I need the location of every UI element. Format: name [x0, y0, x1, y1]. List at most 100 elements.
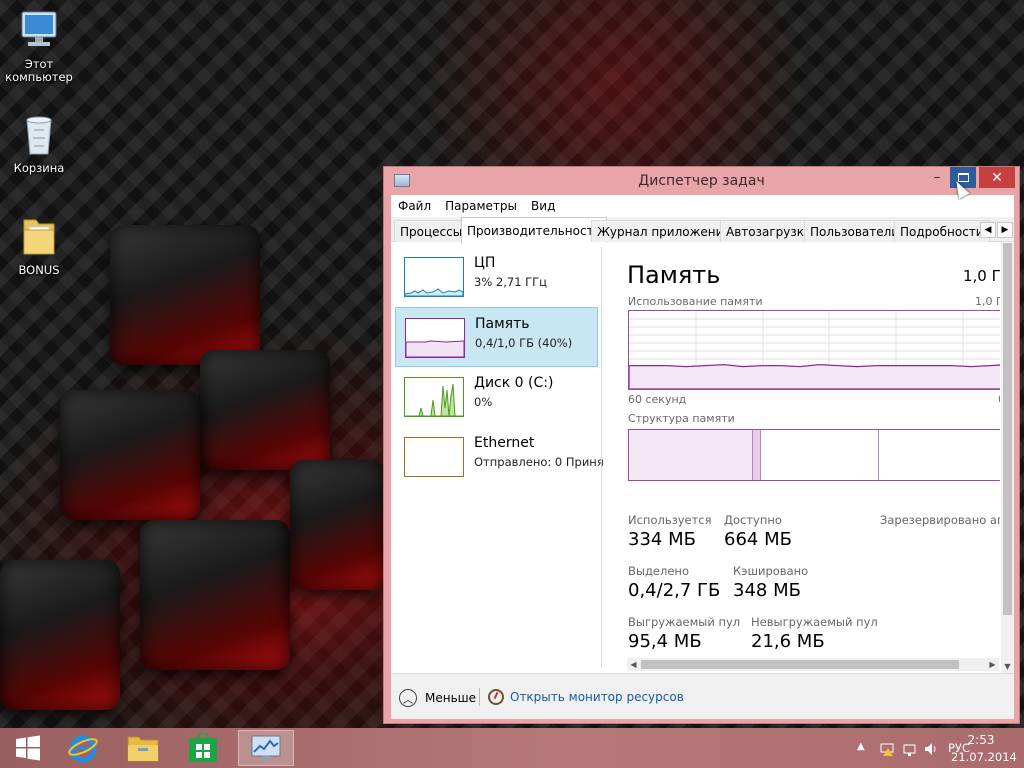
- stat-in-use-label: Используется: [628, 513, 712, 527]
- tab-processes[interactable]: Процессы: [394, 220, 469, 242]
- window-client-area: Файл Параметры Вид Процессы Производител…: [391, 195, 1014, 719]
- tab-startup[interactable]: Автозагрузка: [720, 220, 818, 242]
- tab-performance[interactable]: Производительность: [461, 217, 607, 243]
- desktop-icon-recycle-bin[interactable]: Корзина: [1, 112, 77, 175]
- task-manager-window[interactable]: Диспетчер задач – ✕ Файл Параметры Вид П…: [383, 166, 1020, 724]
- stat-cached-label: Кэшировано: [733, 564, 809, 578]
- usage-graph-label: Использование памяти: [628, 295, 763, 308]
- memory-thumbnail-graph: [405, 318, 465, 358]
- tab-scroll-right-icon[interactable]: ▶: [997, 222, 1013, 238]
- memory-title: Память: [627, 261, 721, 289]
- usage-graph-max: 1,0 ГБ: [975, 295, 1000, 308]
- open-resource-monitor-link[interactable]: Открыть монитор ресурсов: [488, 689, 684, 705]
- graph-time-left: 60 секунд: [628, 393, 687, 406]
- menu-file[interactable]: Файл: [398, 199, 431, 213]
- structure-in-use-segment: [629, 430, 753, 480]
- horizontal-scrollbar[interactable]: ◀ ▶: [627, 658, 999, 671]
- resource-list: ЦП 3% 2,71 ГГц Память 0,4/1,0 ГБ (40%) Д…: [391, 243, 610, 671]
- resource-value: 0,4/1,0 ГБ (40%): [475, 336, 573, 350]
- wallpaper-cube: [0, 560, 120, 710]
- memory-structure-graph: [628, 429, 1000, 481]
- scroll-left-icon[interactable]: ◀: [627, 658, 640, 671]
- close-button[interactable]: ✕: [979, 167, 1015, 188]
- minimize-icon: –: [933, 170, 941, 185]
- structure-graph-label: Структура памяти: [628, 412, 735, 425]
- task-manager-icon: [251, 735, 281, 760]
- memory-total: 1,0 ГБ: [963, 267, 1000, 285]
- taskbar-task-manager[interactable]: [238, 730, 294, 766]
- stat-reserved-label: Зарезервировано ап...: [880, 513, 1000, 527]
- stat-paged-pool-value: 95,4 МБ: [628, 631, 702, 652]
- resource-value: 0%: [474, 395, 493, 409]
- resource-name: Память: [475, 316, 530, 332]
- wallpaper-cube: [290, 460, 385, 590]
- stat-committed-value: 0,4/2,7 ГБ: [628, 580, 721, 601]
- memory-usage-graph: [628, 310, 1000, 390]
- action-center-icon[interactable]: [879, 741, 895, 760]
- resource-value: Отправлено: 0 Принят: [474, 455, 611, 469]
- resource-name: Диск 0 (C:): [474, 375, 554, 391]
- minimize-button[interactable]: –: [924, 167, 950, 188]
- desktop-icon-label: Корзина: [13, 161, 65, 175]
- tab-scroll-left-icon[interactable]: ◀: [980, 222, 996, 238]
- resource-item-cpu[interactable]: ЦП 3% 2,71 ГГц: [395, 247, 598, 307]
- tab-details[interactable]: Подробности: [894, 220, 990, 242]
- wallpaper-cube: [140, 520, 290, 670]
- desktop-icon-label: Этот компьютер: [5, 57, 73, 84]
- close-icon: ✕: [991, 169, 1003, 186]
- open-resource-monitor-label: Открыть монитор ресурсов: [510, 690, 684, 704]
- file-explorer-icon: [127, 736, 159, 762]
- recycle-bin-icon: [26, 116, 52, 155]
- scroll-down-icon[interactable]: ▼: [1001, 660, 1014, 673]
- volume-icon[interactable]: [923, 741, 939, 760]
- start-icon: [16, 735, 40, 761]
- tab-users[interactable]: Пользователи: [804, 220, 906, 242]
- show-hidden-icons-icon[interactable]: ▲: [857, 741, 865, 752]
- resource-monitor-icon: [488, 689, 504, 705]
- stat-in-use-value: 334 МБ: [628, 529, 696, 550]
- fewer-details-label: Меньше: [425, 691, 477, 705]
- horizontal-scroll-thumb[interactable]: [641, 660, 959, 669]
- scroll-right-icon[interactable]: ▶: [986, 658, 999, 671]
- desktop-icon-bonus-folder[interactable]: BONUS: [1, 212, 77, 277]
- ethernet-thumbnail-graph: [404, 437, 464, 477]
- resource-name: Ethernet: [474, 435, 535, 451]
- title-bar[interactable]: Диспетчер задач – ✕: [384, 167, 1019, 195]
- resource-value: 3% 2,71 ГГц: [474, 275, 548, 289]
- vertical-scroll-thumb[interactable]: [1003, 243, 1012, 615]
- tab-app-history[interactable]: Журнал приложений: [591, 220, 738, 242]
- start-button[interactable]: [0, 730, 56, 766]
- menu-options[interactable]: Параметры: [445, 199, 517, 213]
- resource-name: ЦП: [474, 255, 496, 271]
- stat-nonpaged-pool-value: 21,6 МБ: [751, 631, 825, 652]
- wallpaper-cube: [110, 225, 260, 365]
- taskbar-file-explorer[interactable]: [115, 730, 171, 766]
- stat-cached-value: 348 МБ: [733, 580, 801, 601]
- resource-item-disk[interactable]: Диск 0 (C:) 0%: [395, 367, 598, 427]
- clock-date[interactable]: 21.07.2014: [951, 750, 1017, 764]
- network-icon[interactable]: [902, 741, 918, 760]
- disk-thumbnail-graph: [404, 377, 464, 417]
- computer-icon: [21, 11, 57, 46]
- cpu-thumbnail-graph: [404, 257, 464, 297]
- stat-paged-pool-label: Выгружаемый пул: [628, 615, 741, 629]
- panel-divider[interactable]: [601, 247, 602, 667]
- vertical-scrollbar[interactable]: ▼: [1001, 243, 1014, 673]
- taskbar-store[interactable]: [175, 730, 231, 766]
- taskbar: ▲ РУС 2:53 21.07.2014: [0, 728, 1024, 768]
- chevron-up-icon: ︿: [399, 689, 417, 707]
- tab-bar: Процессы Производительность Журнал прило…: [391, 217, 1014, 243]
- desktop-icon-this-pc[interactable]: Этот компьютер: [1, 8, 77, 84]
- system-tray: ▲ РУС 2:53 21.07.2014: [824, 728, 1024, 768]
- resource-item-ethernet[interactable]: Ethernet Отправлено: 0 Принят: [395, 427, 610, 487]
- folder-icon: [23, 219, 55, 255]
- menu-bar: Файл Параметры Вид: [391, 195, 1014, 217]
- stat-nonpaged-pool-label: Невыгружаемый пул: [751, 615, 878, 629]
- clock-time[interactable]: 2:53: [951, 733, 1011, 747]
- internet-explorer-icon: [68, 735, 98, 763]
- taskbar-internet-explorer[interactable]: [55, 730, 111, 766]
- resource-item-memory[interactable]: Память 0,4/1,0 ГБ (40%): [395, 307, 598, 367]
- fewer-details-button[interactable]: ︿ Меньше: [399, 689, 476, 707]
- graph-time-right: 0: [998, 393, 1000, 406]
- menu-view[interactable]: Вид: [531, 199, 555, 213]
